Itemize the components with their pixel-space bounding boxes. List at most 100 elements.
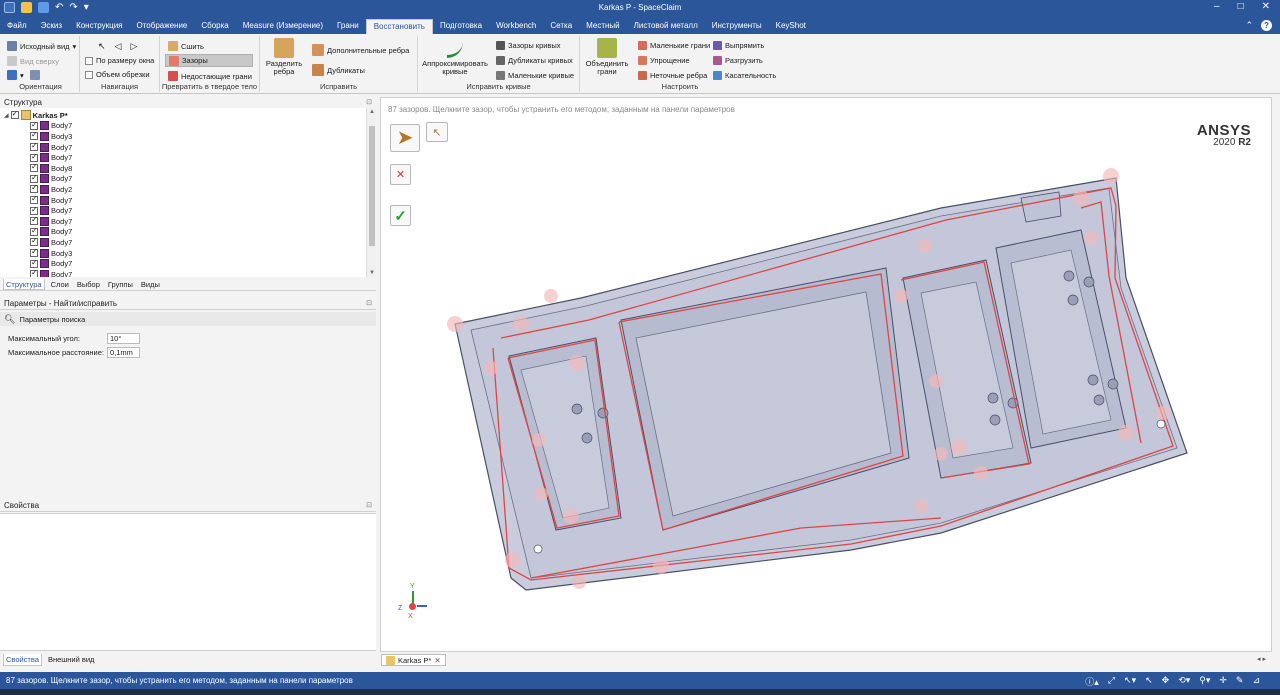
panel-tab-4[interactable]: Виды [139, 279, 162, 290]
tab-scroll-arrows[interactable]: ◂ ▸ [1257, 655, 1266, 663]
panel-tab-0[interactable]: Структура [3, 279, 45, 290]
duplicate-curves-button[interactable]: Дубликаты кривых [496, 56, 573, 65]
document-tab[interactable]: Karkas P* ✕ [381, 654, 446, 666]
home-view-button[interactable]: Исходный вид ▾ [7, 41, 76, 51]
missing-faces-button[interactable]: Недостающие грани [168, 71, 252, 81]
visibility-checkbox[interactable] [30, 226, 38, 236]
visibility-checkbox[interactable] [30, 130, 38, 141]
merge-faces-button[interactable]: Объединить грани [582, 38, 632, 76]
tab-2[interactable]: Конструкция [69, 19, 129, 34]
minimize-button[interactable]: – [1214, 1, 1220, 12]
visibility-checkbox[interactable] [30, 247, 38, 258]
tab-14[interactable]: KeyShot [769, 19, 813, 34]
tab-6[interactable]: Грани [330, 19, 366, 34]
tab-7[interactable]: Восстановить [365, 19, 433, 34]
selection-filter-icon[interactable]: ⤢ [1108, 675, 1115, 688]
visibility-checkbox[interactable] [30, 173, 38, 183]
next-view-icon[interactable]: ▷ [130, 41, 137, 52]
measure-icon[interactable]: ⊿ [1252, 675, 1260, 688]
tab-9[interactable]: Workbench [489, 19, 543, 34]
curve-gaps-button[interactable]: Зазоры кривых [496, 41, 561, 50]
pin-icon[interactable]: ⊡ [366, 500, 372, 512]
scroll-thumb[interactable] [369, 126, 375, 246]
tab-10[interactable]: Сетка [543, 19, 579, 34]
pan-alt-icon[interactable]: ✛ [1219, 675, 1227, 688]
structure-tree[interactable]: ◢ Karkas P* Body7Body3Body7Body7Body8Bod… [0, 108, 366, 277]
tab-0[interactable]: Файл [0, 19, 34, 34]
panel-tab-3[interactable]: Группы [106, 279, 135, 290]
max-distance-input[interactable]: 0,1mm [107, 347, 140, 358]
pin-icon[interactable]: ⊡ [366, 298, 372, 310]
visibility-checkbox[interactable] [30, 194, 38, 205]
3d-viewport[interactable]: 87 зазоров. Щелкните зазор, чтобы устран… [380, 97, 1272, 652]
inexact-edges-button[interactable]: Неточные ребра [638, 71, 707, 80]
visibility-checkbox[interactable] [30, 183, 38, 194]
view-style-button[interactable]: ▾ [7, 70, 40, 80]
duplicates-button[interactable]: Дубликаты [312, 64, 365, 76]
zoom-icon[interactable]: ⚲▾ [1199, 675, 1210, 688]
extra-edges-button[interactable]: Дополнительные ребра [312, 44, 409, 56]
tab-12[interactable]: Листовой металл [627, 19, 705, 34]
visibility-checkbox[interactable] [30, 215, 38, 226]
collapse-ribbon-icon[interactable]: ⌃ [1245, 20, 1253, 31]
rotate-icon[interactable]: ⟲▾ [1178, 675, 1190, 688]
split-edges-button[interactable]: Разделить ребра [264, 38, 304, 76]
expand-icon[interactable]: ◢ [4, 112, 9, 119]
exclude-problem-tool[interactable]: ✕ [390, 164, 411, 185]
visibility-checkbox[interactable] [30, 120, 38, 130]
panel-tab-1[interactable]: Внешний вид [46, 654, 97, 666]
pan-icon[interactable]: ✥ [1162, 675, 1170, 688]
relax-button[interactable]: Разгрузить [713, 56, 763, 65]
visibility-checkbox[interactable] [30, 141, 38, 152]
tab-8[interactable]: Подготовка [433, 19, 489, 34]
tab-5[interactable]: Measure (Измерение) [236, 19, 330, 34]
panel-tab-0[interactable]: Свойства [3, 654, 42, 666]
tab-3[interactable]: Отображение [130, 19, 195, 34]
fit-curves-button[interactable]: Аппроксимировать кривые [420, 38, 490, 76]
pencil-icon[interactable]: ✎ [1236, 675, 1244, 688]
select-guides-tool[interactable]: ↖ [426, 122, 448, 142]
max-angle-input[interactable]: 10° [107, 333, 140, 344]
gaps-button[interactable]: Зазоры [165, 54, 253, 67]
model-canvas[interactable] [381, 98, 1271, 651]
tab-11[interactable]: Местный [579, 19, 627, 34]
visibility-checkbox[interactable] [10, 109, 19, 120]
tree-body-item[interactable]: Body7 [30, 268, 72, 277]
select-arrow-icon[interactable]: ↖ [98, 41, 106, 52]
visibility-checkbox[interactable] [30, 162, 38, 173]
visibility-checkbox[interactable] [30, 268, 38, 277]
scroll-up-icon[interactable]: ▲ [369, 109, 375, 115]
maximize-button[interactable]: □ [1238, 1, 1244, 12]
close-tab-icon[interactable]: ✕ [434, 655, 440, 666]
small-curves-button[interactable]: Маленькие кривые [496, 71, 574, 80]
tangency-button[interactable]: Касательность [713, 71, 776, 80]
tab-1[interactable]: Эскиз [34, 19, 69, 34]
help-icon[interactable]: ? [1261, 20, 1272, 31]
fix-gaps-tool[interactable]: ✓ [390, 205, 411, 226]
panel-tab-1[interactable]: Слои [49, 279, 71, 290]
tab-13[interactable]: Инструменты [705, 19, 769, 34]
close-button[interactable]: ✕ [1262, 1, 1270, 12]
straighten-button[interactable]: Выпрямить [713, 41, 764, 50]
small-faces-button[interactable]: Маленькие грани [638, 41, 710, 50]
visibility-checkbox[interactable] [30, 205, 38, 215]
search-params-section[interactable]: 🔍︎ Параметры поиска [0, 312, 376, 326]
tab-4[interactable]: Сборка [194, 19, 235, 34]
visibility-checkbox[interactable] [30, 236, 38, 247]
view-options-icon[interactable] [29, 70, 40, 80]
pointer-icon[interactable]: ↖ [1145, 675, 1153, 688]
select-gaps-tool[interactable]: ➤ [390, 124, 420, 152]
previous-view-icon[interactable]: ◁ [115, 41, 122, 52]
scroll-down-icon[interactable]: ▼ [369, 270, 375, 276]
clip-volume-checkbox[interactable]: Объем обрезки [85, 70, 150, 79]
top-view-button[interactable]: Вид сверху [7, 56, 59, 66]
fit-window-checkbox[interactable]: По размеру окна [85, 56, 154, 65]
visibility-checkbox[interactable] [30, 258, 38, 268]
smart-select-icon[interactable]: ↖▾ [1124, 675, 1136, 688]
tree-scrollbar[interactable]: ▲ ▼ [366, 108, 376, 277]
visibility-checkbox[interactable] [30, 152, 38, 162]
stitch-button[interactable]: Сшить [168, 41, 204, 51]
simplify-button[interactable]: Упрощение [638, 56, 690, 65]
info-icon[interactable]: ⓘ▴ [1085, 675, 1099, 688]
panel-tab-2[interactable]: Выбор [75, 279, 102, 290]
